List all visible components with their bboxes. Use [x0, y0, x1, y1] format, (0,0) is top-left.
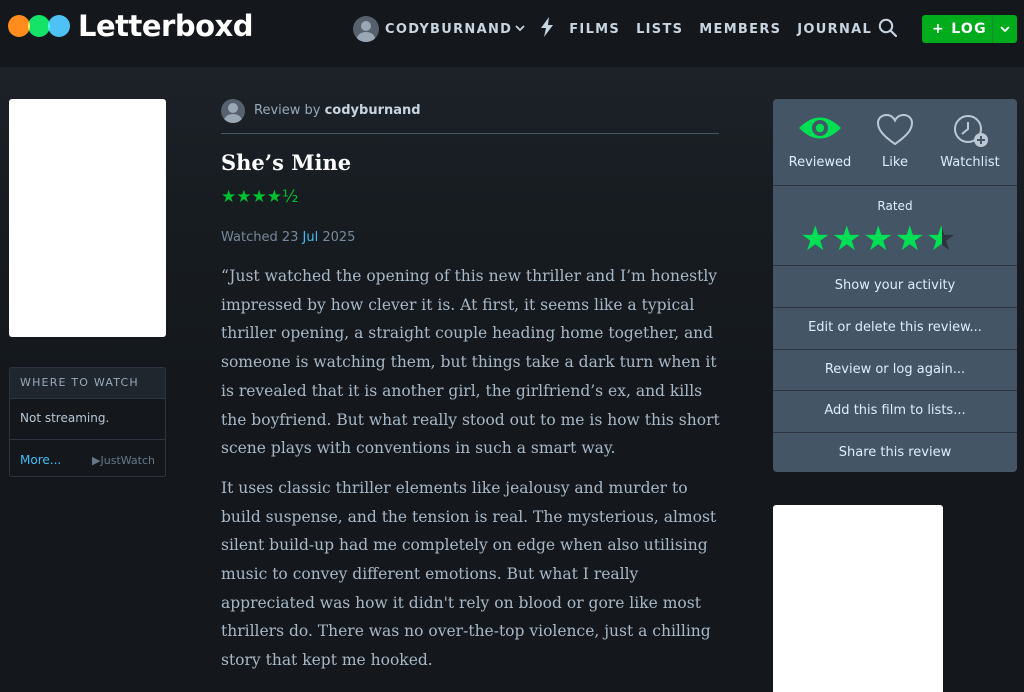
nav-lists[interactable]: LISTS: [636, 22, 683, 37]
reviewer-avatar[interactable]: [221, 99, 245, 123]
review-header: Review by codyburnand: [221, 99, 719, 134]
watchlist-label: Watchlist: [940, 155, 1000, 170]
watched-prefix: Watched 23: [221, 230, 303, 245]
like-action[interactable]: Like: [855, 99, 935, 185]
nav-films[interactable]: FILMS: [569, 22, 620, 37]
justwatch-link[interactable]: ▶JustWatch: [92, 454, 155, 467]
watched-date: Watched 23 Jul 2025: [221, 230, 355, 245]
reviewer-name[interactable]: codyburnand: [325, 103, 421, 118]
rating-stars[interactable]: ★★★★★: [800, 222, 957, 256]
chevron-down-icon[interactable]: [999, 20, 1011, 41]
like-label: Like: [882, 155, 908, 170]
bolt-icon[interactable]: [540, 17, 554, 41]
review-again-link[interactable]: Review or log again...: [773, 350, 1017, 392]
half-star[interactable]: ★: [926, 222, 957, 256]
main-nav: CODYBURNAND FILMS LISTS MEMBERS JOURNAL: [353, 15, 872, 43]
log-button-divider: [992, 15, 993, 43]
reviewed-action[interactable]: Reviewed: [780, 99, 860, 185]
review-rating: ★★★★½: [221, 187, 299, 207]
chevron-down-icon[interactable]: [514, 22, 526, 37]
search-icon[interactable]: [878, 18, 898, 38]
eye-icon: [799, 117, 841, 139]
review-paragraph: It uses classic thriller elements like j…: [221, 478, 717, 670]
site-header: Letterboxd CODYBURNAND FILMS LISTS MEMBE…: [0, 0, 1024, 67]
logo-dot-blue: [48, 15, 70, 37]
film-title[interactable]: She’s Mine: [221, 150, 351, 175]
log-button-label: + LOG: [932, 21, 987, 37]
watchlist-clock-icon: [954, 115, 988, 147]
review-paragraph: “Just watched the opening of this new th…: [221, 267, 720, 458]
watched-year: 2025: [318, 230, 356, 245]
nav-journal[interactable]: JOURNAL: [797, 22, 872, 37]
show-activity-link[interactable]: Show your activity: [773, 266, 1017, 308]
actions-panel: Reviewed Like Watchlist Rated ★★★★★ Show…: [773, 99, 1017, 472]
watched-month-link[interactable]: Jul: [303, 230, 319, 245]
where-to-watch-title: WHERE TO WATCH: [10, 368, 165, 399]
rated-label: Rated: [877, 199, 913, 213]
edit-review-link[interactable]: Edit or delete this review...: [773, 308, 1017, 350]
logo-dot-orange: [8, 15, 30, 37]
where-to-watch-footer: More... ▶JustWatch: [10, 440, 165, 480]
add-to-lists-link[interactable]: Add this film to lists...: [773, 391, 1017, 434]
your-rating: Rated ★★★★★: [773, 186, 1017, 266]
where-to-watch-panel: WHERE TO WATCH Not streaming. More... ▶J…: [9, 367, 166, 477]
nav-username[interactable]: CODYBURNAND: [385, 22, 512, 37]
byline-prefix: Review by: [254, 103, 325, 118]
log-button[interactable]: + LOG: [922, 15, 1017, 43]
more-services-link[interactable]: More...: [20, 453, 61, 467]
user-avatar[interactable]: [353, 16, 379, 42]
logo-dot-green: [28, 15, 50, 37]
share-review-link[interactable]: Share this review: [773, 433, 1017, 472]
review-text: “Just watched the opening of this new th…: [221, 262, 725, 686]
watchlist-action[interactable]: Watchlist: [930, 99, 1010, 185]
streaming-status: Not streaming.: [10, 399, 165, 440]
nav-members[interactable]: MEMBERS: [699, 22, 781, 37]
action-buttons: Reviewed Like Watchlist: [773, 99, 1017, 186]
review-byline: Review by codyburnand: [254, 103, 421, 118]
heart-icon: [876, 113, 914, 146]
logo-text: Letterboxd: [78, 9, 254, 43]
promo-poster[interactable]: [773, 505, 943, 692]
reviewed-label: Reviewed: [788, 155, 852, 170]
film-poster[interactable]: [9, 99, 166, 337]
